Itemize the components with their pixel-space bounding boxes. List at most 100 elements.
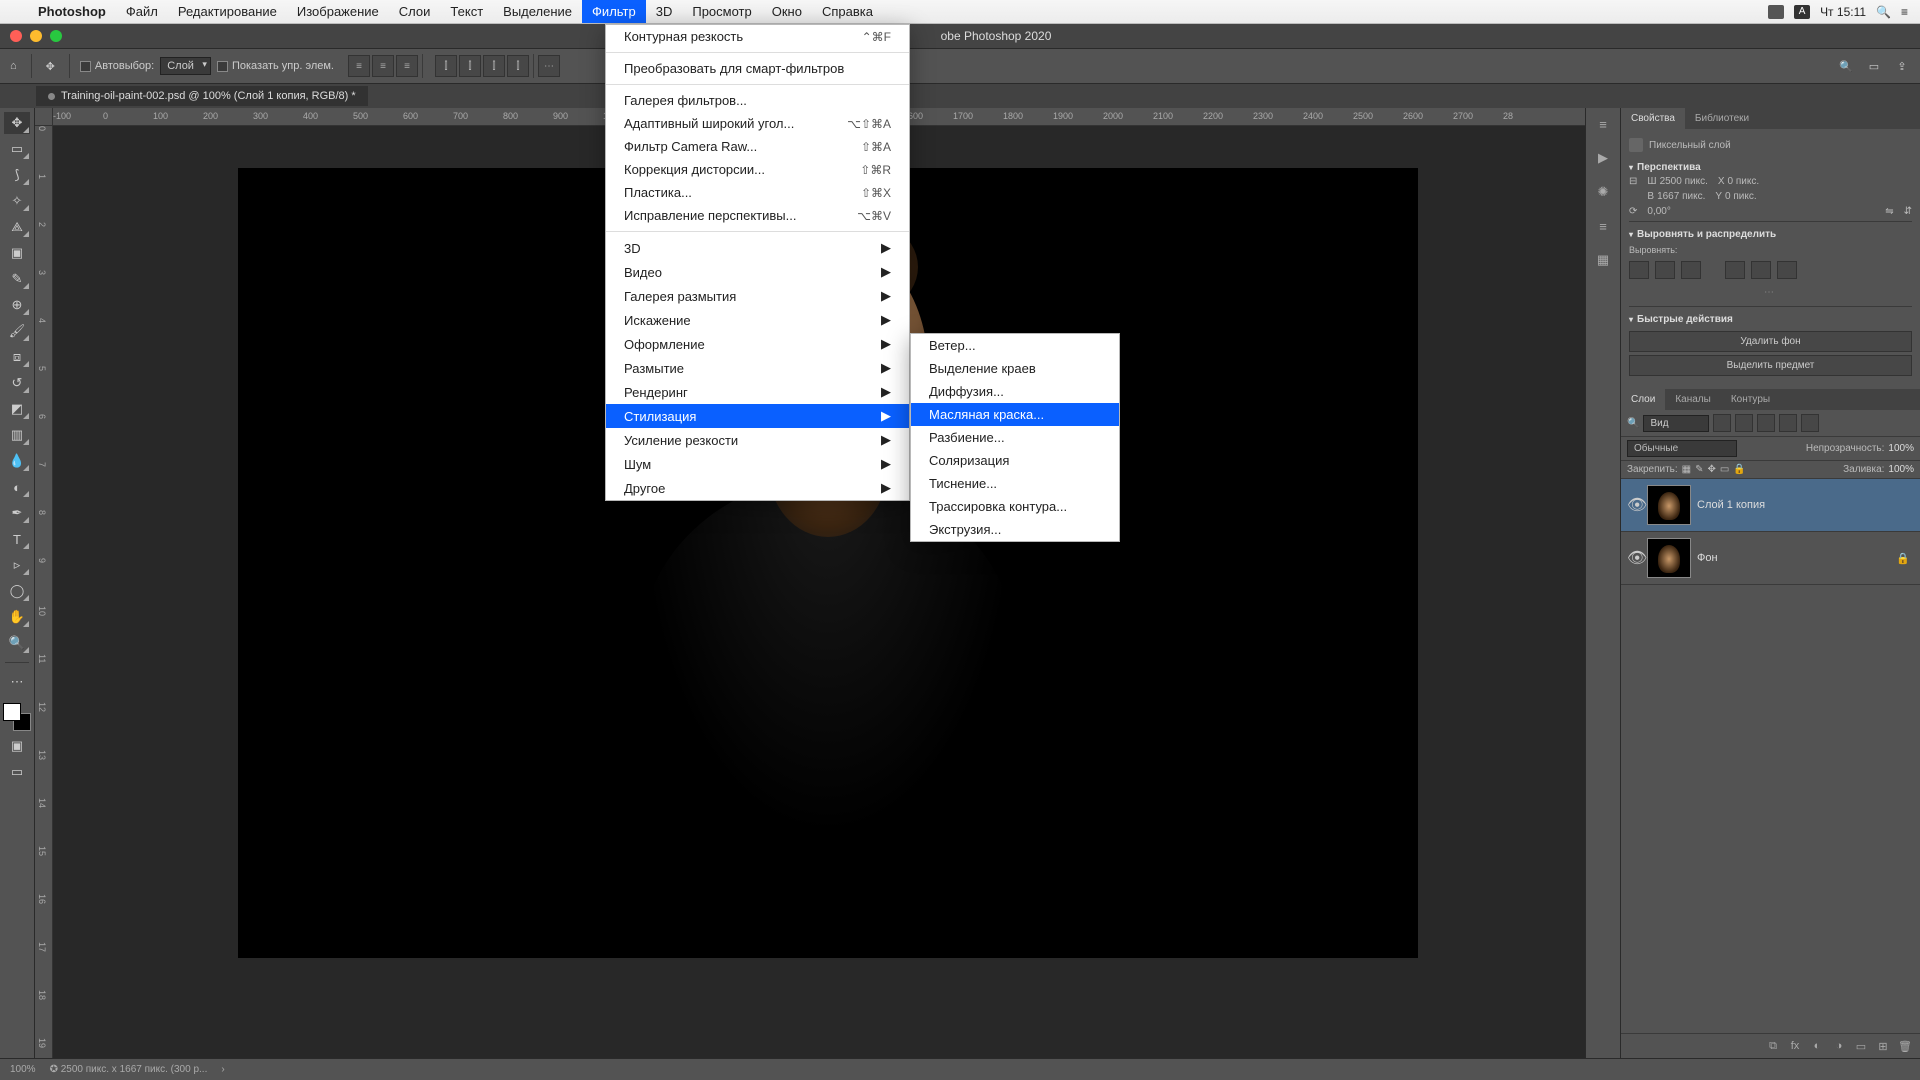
align-btn[interactable]: ≡	[396, 55, 418, 77]
submenu-item[interactable]: Трассировка контура...	[911, 495, 1119, 518]
visibility-toggle[interactable]: 👁	[1627, 548, 1641, 568]
zoom-level[interactable]: 100%	[10, 1064, 36, 1075]
auto-select-checkbox[interactable]: Автовыбор:	[74, 60, 160, 72]
align-center-h-button[interactable]	[1655, 261, 1675, 279]
tab-layers[interactable]: Слои	[1621, 389, 1665, 410]
frame-tool[interactable]: ▣	[4, 242, 30, 264]
more-options-icon[interactable]: ⋯	[1629, 283, 1912, 302]
brush-tool[interactable]: 🖌	[4, 320, 30, 342]
spotlight-icon[interactable]: 🔍	[1876, 5, 1891, 19]
menu-select[interactable]: Выделение	[493, 0, 582, 23]
menu-filter[interactable]: Фильтр	[582, 0, 646, 23]
link-layers-icon[interactable]: ⧉	[1764, 1038, 1782, 1054]
align-left-button[interactable]	[1629, 261, 1649, 279]
select-subject-button[interactable]: Выделить предмет	[1629, 355, 1912, 376]
menu-edit[interactable]: Редактирование	[168, 0, 287, 23]
align-right-button[interactable]	[1681, 261, 1701, 279]
opacity-value[interactable]: 100%	[1888, 443, 1914, 454]
share-icon[interactable]: ⇪	[1892, 56, 1912, 76]
menu-item-sub[interactable]: Стилизация▶	[606, 404, 909, 428]
menu-item-sub[interactable]: Искажение▶	[606, 308, 909, 332]
align-btn[interactable]: ≡	[372, 55, 394, 77]
menu-item-sub[interactable]: Усиление резкости▶	[606, 428, 909, 452]
submenu-item[interactable]: Диффузия...	[911, 380, 1119, 403]
menu-item-sub[interactable]: Оформление▶	[606, 332, 909, 356]
distribute-btn[interactable]: ⫿	[483, 55, 505, 77]
width-value[interactable]: 2500 пикс.	[1660, 176, 1708, 187]
move-tool[interactable]: ✥	[4, 112, 30, 134]
history-brush-tool[interactable]: ↺	[4, 372, 30, 394]
submenu-item[interactable]: Разбиение...	[911, 426, 1119, 449]
close-tab-icon[interactable]	[48, 93, 55, 100]
align-center-v-button[interactable]	[1751, 261, 1771, 279]
layer-name[interactable]: Фон	[1697, 552, 1718, 564]
search-icon[interactable]: 🔍	[1836, 56, 1856, 76]
menu-item[interactable]: Коррекция дисторсии...⇧⌘R	[606, 158, 909, 181]
menu-window[interactable]: Окно	[762, 0, 812, 23]
layer-fx-icon[interactable]: fx	[1786, 1038, 1804, 1054]
eyedropper-tool[interactable]: ✎	[4, 268, 30, 290]
layer-name[interactable]: Слой 1 копия	[1697, 499, 1765, 511]
workspace-icon[interactable]: ▭	[1864, 56, 1884, 76]
distribute-btn[interactable]: ⫿	[507, 55, 529, 77]
zoom-tool[interactable]: 🔍	[4, 632, 30, 654]
group-layers-icon[interactable]: ▭	[1852, 1038, 1870, 1054]
menu-item-sub[interactable]: Галерея размытия▶	[606, 284, 909, 308]
edit-toolbar[interactable]: ⋯	[4, 671, 30, 693]
menu-item[interactable]: Исправление перспективы...⌥⌘V	[606, 204, 909, 227]
adjustment-layer-icon[interactable]: ◑	[1830, 1038, 1848, 1054]
tab-libraries[interactable]: Библиотеки	[1685, 108, 1759, 129]
history-panel-icon[interactable]: ≡	[1593, 114, 1613, 134]
shape-tool[interactable]: ◯	[4, 580, 30, 602]
submenu-item[interactable]: Выделение краев	[911, 357, 1119, 380]
stamp-tool[interactable]: ⧈	[4, 346, 30, 368]
gradient-tool[interactable]: ▥	[4, 424, 30, 446]
menu-layer[interactable]: Слои	[389, 0, 441, 23]
lock-icon[interactable]: 🔒	[1733, 464, 1745, 475]
language-indicator-icon[interactable]: A	[1794, 5, 1810, 19]
layer-filter-kind[interactable]: Вид	[1643, 415, 1709, 432]
tab-paths[interactable]: Контуры	[1721, 389, 1780, 410]
hand-tool[interactable]: ✋	[4, 606, 30, 628]
swatches-panel-icon[interactable]: ▦	[1593, 250, 1613, 270]
menu-app[interactable]: Photoshop	[28, 0, 116, 23]
show-transform-controls-checkbox[interactable]: Показать упр. элем.	[211, 60, 340, 72]
lasso-tool[interactable]: ⟆	[4, 164, 30, 186]
align-top-button[interactable]	[1725, 261, 1745, 279]
screen-mode-tool[interactable]: ▭	[4, 761, 30, 783]
path-select-tool[interactable]: ▹	[4, 554, 30, 576]
tab-properties[interactable]: Свойства	[1621, 108, 1685, 129]
menu-help[interactable]: Справка	[812, 0, 883, 23]
menu-item-sub[interactable]: Другое▶	[606, 476, 909, 500]
filter-shape-icon[interactable]	[1779, 414, 1797, 432]
minimize-window-button[interactable]	[30, 30, 42, 42]
close-window-button[interactable]	[10, 30, 22, 42]
type-tool[interactable]: T	[4, 528, 30, 550]
height-value[interactable]: 1667 пикс.	[1657, 191, 1705, 202]
menu-item[interactable]: Пластика...⇧⌘X	[606, 181, 909, 204]
flip-v-icon[interactable]: ⇵	[1904, 206, 1912, 217]
menu-file[interactable]: Файл	[116, 0, 168, 23]
visibility-toggle[interactable]: 👁	[1627, 495, 1641, 515]
menu-item-sub[interactable]: 3D▶	[606, 236, 909, 260]
menu-item-smart-convert[interactable]: Преобразовать для смарт-фильтров	[606, 57, 909, 80]
actions-panel-icon[interactable]: ▶	[1593, 148, 1613, 168]
lock-all-icon[interactable]: ✥	[1708, 464, 1716, 475]
marquee-tool[interactable]: ▭	[4, 138, 30, 160]
filter-type-icon[interactable]	[1757, 414, 1775, 432]
filter-adjust-icon[interactable]	[1735, 414, 1753, 432]
tab-channels[interactable]: Каналы	[1665, 389, 1721, 410]
filter-pixel-icon[interactable]	[1713, 414, 1731, 432]
menu-image[interactable]: Изображение	[287, 0, 389, 23]
distribute-btn[interactable]: ⫿	[459, 55, 481, 77]
submenu-item[interactable]: Масляная краска...	[911, 403, 1119, 426]
menu-extra-icon[interactable]: ≡	[1901, 5, 1908, 19]
auto-select-target[interactable]: Слой	[160, 57, 211, 75]
delete-layer-icon[interactable]: 🗑	[1896, 1038, 1914, 1054]
doc-info[interactable]: ✪ 2500 пикс. x 1667 пикс. (300 p...	[50, 1064, 208, 1075]
menu-item-sub[interactable]: Рендеринг▶	[606, 380, 909, 404]
zoom-window-button[interactable]	[50, 30, 62, 42]
layer-thumbnail[interactable]	[1647, 538, 1691, 578]
dodge-tool[interactable]: ◐	[4, 476, 30, 498]
home-button[interactable]: ⌂	[0, 60, 27, 72]
